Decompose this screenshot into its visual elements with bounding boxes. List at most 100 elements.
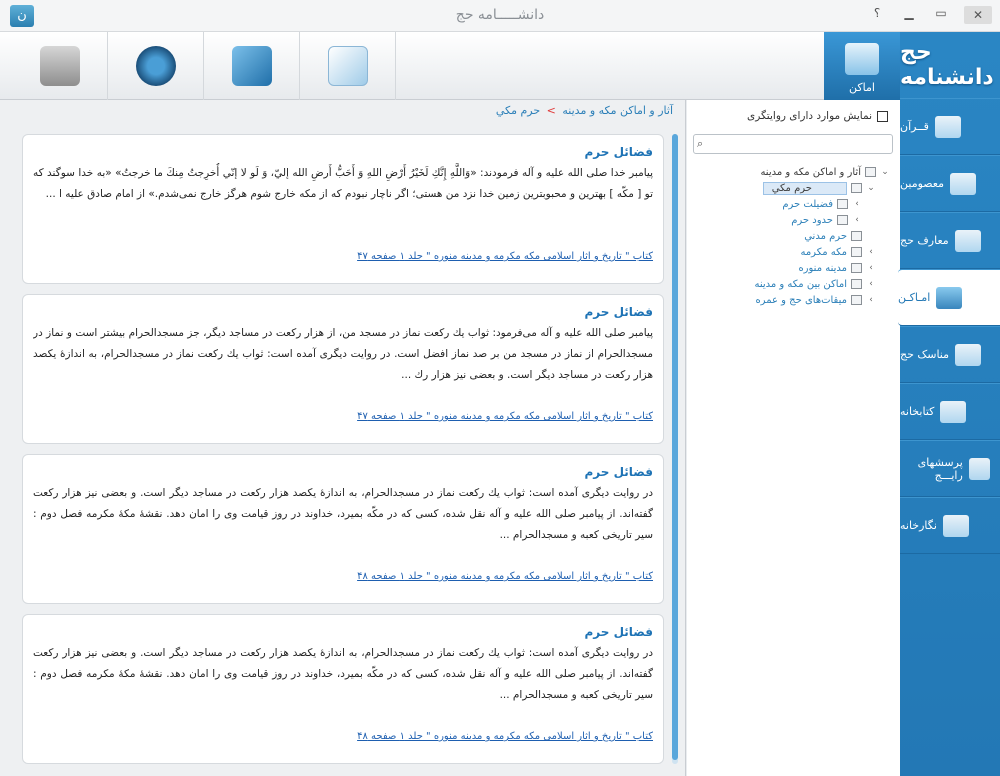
- places-tab[interactable]: اماکن: [824, 32, 900, 100]
- restore-button[interactable]: ▭: [932, 6, 950, 24]
- tree-node-label: میقات‌های حج و عمره: [755, 294, 847, 306]
- result-list: فضائل حرم پیامبر خدا صلی الله علیه و آله …: [22, 134, 664, 774]
- map-icon: [231, 46, 272, 86]
- speaker-icon: [135, 46, 176, 86]
- tree-node-icon: [851, 231, 862, 241]
- maps-button[interactable]: [204, 32, 300, 100]
- card-source-link[interactable]: کتاب " تاریخ و آثار اسلامی مکه مکرمه و م…: [33, 571, 653, 582]
- video-button[interactable]: [12, 32, 108, 100]
- tree-node[interactable]: حرم مدني: [687, 228, 900, 244]
- tree-node[interactable]: › مکه مکرمه: [687, 244, 900, 260]
- nav-item-label: معصومین: [900, 177, 945, 190]
- breadcrumb-current[interactable]: حرم مكي: [496, 104, 540, 117]
- tree-node[interactable]: › حدود حرم: [687, 212, 900, 228]
- nav-item-3[interactable]: امـاکـن: [898, 269, 1000, 326]
- card-title[interactable]: فضائل حرم: [33, 145, 654, 159]
- tree-node[interactable]: › اماکن بین مکه و مدینه: [687, 276, 900, 292]
- tree-node[interactable]: › فضيلت حرم: [687, 196, 900, 212]
- tree-node-label: حدود حرم: [791, 214, 833, 226]
- tree-expander-icon[interactable]: ›: [866, 263, 876, 273]
- mosque-icon: [845, 43, 879, 75]
- breadcrumb-parent[interactable]: آثار و اماکن مکه و مدینه: [562, 104, 673, 117]
- help-button[interactable]: ؟: [868, 6, 886, 24]
- minimize-button[interactable]: ▁: [900, 6, 918, 24]
- nav-item-label: معارف حج: [900, 234, 949, 247]
- tree-node-icon: [837, 215, 848, 225]
- card-title[interactable]: فضائل حرم: [33, 305, 654, 319]
- document-icon: [327, 46, 368, 86]
- card-title[interactable]: فضائل حرم: [33, 465, 654, 479]
- gallery-icon: [942, 514, 969, 537]
- tree-expander-icon[interactable]: ›: [852, 215, 862, 225]
- close-button[interactable]: ✕: [964, 6, 992, 24]
- book-icon: [934, 115, 961, 138]
- kaaba-icon: [954, 229, 981, 252]
- tree-node-label: مکه مکرمه: [800, 246, 847, 258]
- tree-node-label: اماکن بین مکه و مدینه: [754, 278, 847, 290]
- card-source-link[interactable]: کتاب " تاریخ و آثار اسلامی مکه مکرمه و م…: [33, 251, 653, 262]
- result-card: فضائل حرم پیامبر صلی الله علیه و آله می‌ف…: [22, 294, 664, 444]
- tree-expander-icon[interactable]: ›: [866, 295, 876, 305]
- narration-filter-label: نمایش موارد دارای روایتگری: [747, 110, 872, 122]
- tree-expander-icon[interactable]: ⌄: [866, 183, 876, 193]
- nav-item-2[interactable]: معارف حج: [900, 212, 1000, 269]
- narration-checkbox[interactable]: [877, 110, 888, 122]
- tree-node-label: آثار و اماکن مکه و مدینه: [760, 166, 861, 178]
- pilgrim-icon: [955, 343, 982, 366]
- scrollbar-thumb[interactable]: [672, 134, 678, 760]
- tree-search-input[interactable]: ⌕: [693, 134, 893, 154]
- title-bar: ن دانشـــــامه حج ؟ ▁ ▭ ✕: [0, 0, 1000, 32]
- tree-expander-icon[interactable]: ›: [852, 199, 862, 209]
- documents-button[interactable]: [300, 32, 396, 100]
- nav-item-4[interactable]: مناسک حج: [900, 326, 1000, 383]
- nav-item-5[interactable]: کتابخانه: [900, 383, 1000, 440]
- tree-panel: نمایش موارد دارای روایتگری ⌕ ⌄ آثار و اما…: [687, 100, 900, 776]
- nav-item-label: کتابخانه: [900, 405, 935, 418]
- search-icon[interactable]: ⌕: [697, 137, 711, 151]
- card-title[interactable]: فضائل حرم: [33, 625, 654, 639]
- tree-expander-icon[interactable]: ⌄: [880, 167, 890, 177]
- places-tree: ⌄ آثار و اماکن مکه و مدینه ⌄ حرم مكي › فضيلت …: [687, 164, 900, 308]
- nav-item-label: پرسشهای رایـــج: [917, 455, 963, 482]
- tree-node[interactable]: › میقات‌های حج و عمره: [687, 292, 900, 308]
- card-body: پیامبر خدا صلی الله علیه و آله فرمودند: …: [33, 167, 653, 200]
- app-logo: حج دانشنامه: [900, 40, 994, 90]
- nav-item-0[interactable]: قــرآن: [900, 98, 1000, 155]
- audio-button[interactable]: [108, 32, 204, 100]
- card-body: پیامبر صلی الله علیه و آله می‌فرمود: ثوا…: [33, 327, 653, 381]
- tree-node[interactable]: › مدینه منوره: [687, 260, 900, 276]
- card-source-link[interactable]: کتاب " تاریخ و آثار اسلامی مکه مکرمه و م…: [33, 731, 653, 742]
- narration-filter[interactable]: نمایش موارد دارای روایتگری: [747, 110, 888, 122]
- tree-node-label: حرم مكي: [762, 181, 847, 195]
- places-tab-label: اماکن: [849, 81, 875, 94]
- tree-node-icon: [865, 167, 876, 177]
- nav-item-1[interactable]: معصومین: [900, 155, 1000, 212]
- card-body: در روایت دیگری آمده است: ثواب یك رکعت نم…: [33, 487, 653, 541]
- tree-expander-icon[interactable]: ›: [866, 247, 876, 257]
- breadcrumb-separator: >: [546, 104, 556, 117]
- card-source-link[interactable]: کتاب " تاریخ و آثار اسلامی مکه مکرمه و م…: [33, 411, 653, 422]
- media-toolbar: اماکن: [0, 32, 900, 100]
- nav-item-label: قــرآن: [900, 120, 929, 133]
- tree-node-icon: [851, 295, 862, 305]
- tree-node-icon: [851, 247, 862, 257]
- tree-node-icon: [851, 183, 862, 193]
- tree-node-icon: [851, 279, 862, 289]
- tree-node[interactable]: ⌄ حرم مكي: [687, 180, 900, 196]
- tree-node-label: مدینه منوره: [798, 262, 847, 274]
- result-card: فضائل حرم در روایت دیگری آمده است: ثواب ی…: [22, 454, 664, 604]
- result-card: فضائل حرم در روایت دیگری آمده است: ثواب ی…: [22, 614, 664, 764]
- nav-item-7[interactable]: نگارخانه: [900, 497, 1000, 554]
- tree-node-label: فضيلت حرم: [782, 198, 833, 210]
- nav-item-6[interactable]: پرسشهای رایـــج: [900, 440, 1000, 497]
- card-body: در روایت دیگری آمده است: ثواب یك رکعت نم…: [33, 647, 653, 701]
- window-title: دانشـــــامه حج: [455, 7, 545, 23]
- tree-node-icon: [851, 263, 862, 273]
- result-card: فضائل حرم پیامبر خدا صلی الله علیه و آله …: [22, 134, 664, 284]
- nav-item-label: مناسک حج: [900, 348, 950, 361]
- tree-node[interactable]: ⌄ آثار و اماکن مکه و مدینه: [687, 164, 900, 180]
- nav-item-label: امـاکـن: [898, 291, 931, 304]
- tree-expander-icon[interactable]: ›: [866, 279, 876, 289]
- nav-item-label: نگارخانه: [900, 519, 937, 532]
- faq-icon: [968, 457, 990, 480]
